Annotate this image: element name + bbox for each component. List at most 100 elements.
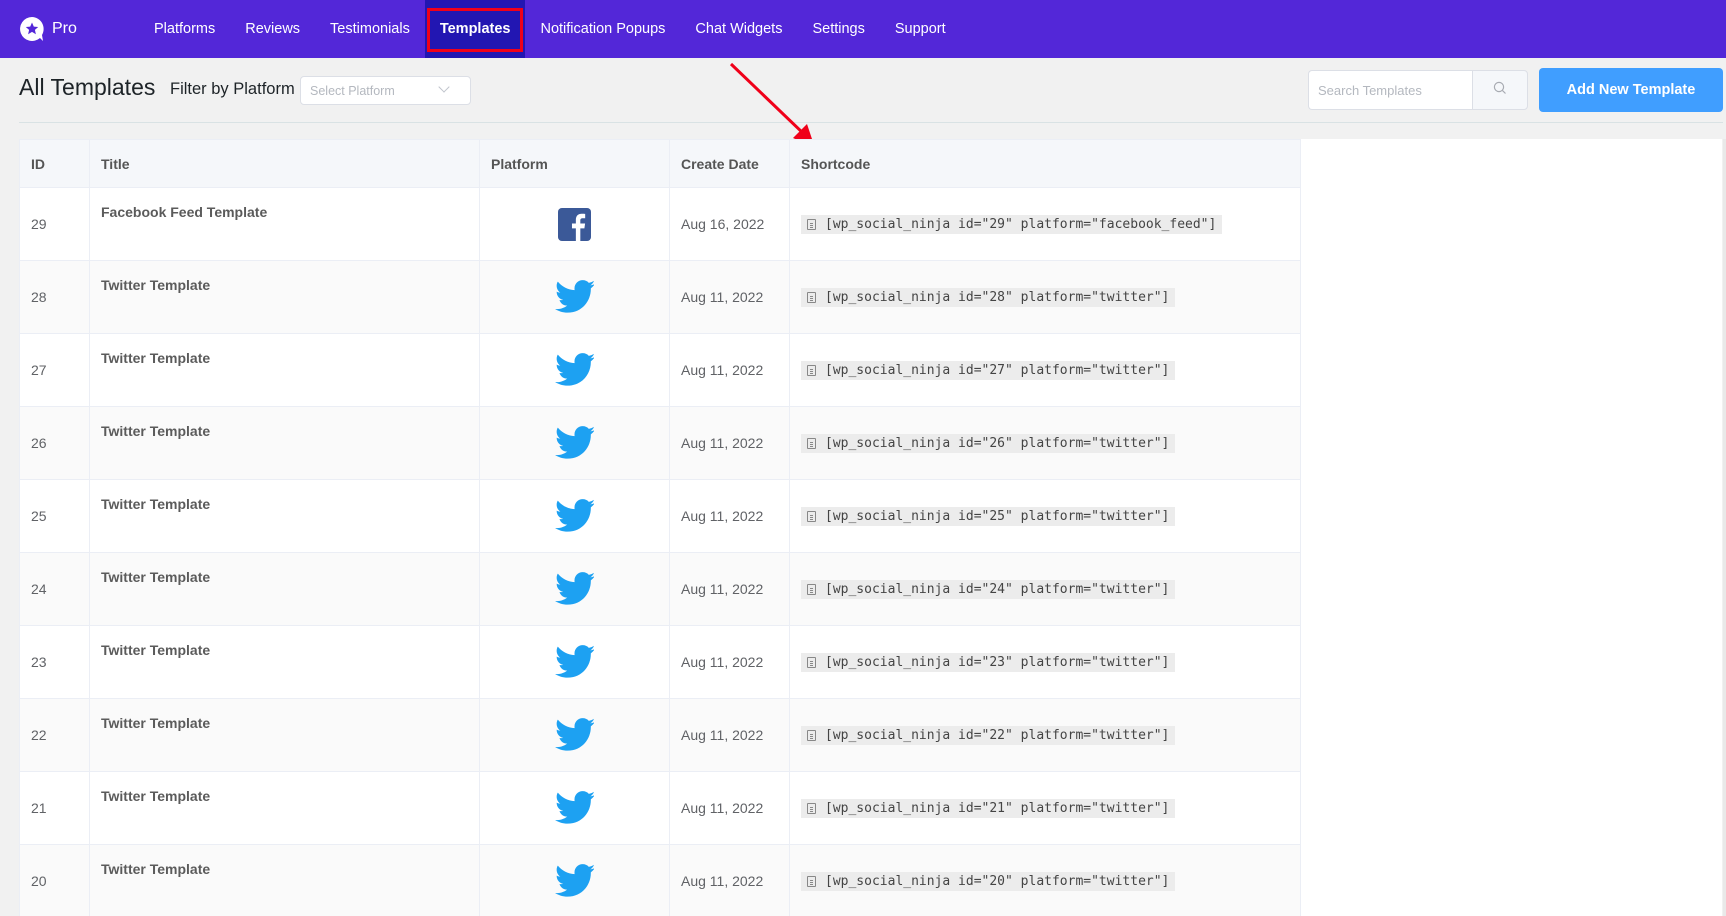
chevron-down-icon (438, 81, 450, 93)
row-shortcode-cell: [wp_social_ninja id="22" platform="twitt… (789, 698, 1301, 772)
row-create-date: Aug 11, 2022 (669, 844, 790, 916)
column-header-title[interactable]: Title (89, 139, 480, 188)
table-row[interactable]: 22 Twitter Template Aug 11, 2022 [wp_soc… (19, 698, 1301, 772)
row-title[interactable]: Twitter Template (89, 771, 480, 845)
row-create-date: Aug 11, 2022 (669, 552, 790, 626)
row-create-date: Aug 16, 2022 (669, 187, 790, 261)
add-new-template-button[interactable]: Add New Template (1539, 68, 1723, 112)
star-chat-bubble-icon (19, 16, 45, 42)
nav-reviews[interactable]: Reviews (230, 0, 315, 58)
nav-settings[interactable]: Settings (797, 0, 879, 58)
facebook-icon (558, 207, 591, 241)
shortcode-text: [wp_social_ninja id="20" platform="twitt… (825, 873, 1170, 889)
row-platform (479, 625, 670, 699)
row-platform (479, 698, 670, 772)
column-header-shortcode[interactable]: Shortcode (789, 139, 1301, 188)
row-id: 25 (19, 479, 90, 553)
twitter-icon (554, 280, 595, 314)
row-create-date: Aug 11, 2022 (669, 406, 790, 480)
nav-platforms[interactable]: Platforms (139, 0, 230, 58)
row-title[interactable]: Twitter Template (89, 625, 480, 699)
header-divider (19, 122, 1723, 123)
shortcode[interactable]: [wp_social_ninja id="24" platform="twitt… (801, 579, 1176, 599)
search-box (1308, 70, 1528, 110)
row-title[interactable]: Facebook Feed Template (89, 187, 480, 261)
document-icon (807, 875, 816, 887)
nav-testimonials[interactable]: Testimonials (315, 0, 425, 58)
row-title[interactable]: Twitter Template (89, 552, 480, 626)
nav-support[interactable]: Support (880, 0, 961, 58)
brand[interactable]: Pro (19, 16, 139, 42)
row-shortcode-cell: [wp_social_ninja id="23" platform="twitt… (789, 625, 1301, 699)
row-title[interactable]: Twitter Template (89, 479, 480, 553)
table-row[interactable]: 24 Twitter Template Aug 11, 2022 [wp_soc… (19, 552, 1301, 626)
twitter-icon (554, 426, 595, 460)
shortcode[interactable]: [wp_social_ninja id="21" platform="twitt… (801, 798, 1176, 818)
document-icon (807, 437, 816, 449)
row-shortcode-cell: [wp_social_ninja id="28" platform="twitt… (789, 260, 1301, 334)
twitter-icon (554, 718, 595, 752)
shortcode-text: [wp_social_ninja id="22" platform="twitt… (825, 727, 1170, 743)
row-platform (479, 844, 670, 916)
row-shortcode-cell: [wp_social_ninja id="25" platform="twitt… (789, 479, 1301, 553)
table-row[interactable]: 25 Twitter Template Aug 11, 2022 [wp_soc… (19, 479, 1301, 553)
twitter-icon (554, 572, 595, 606)
twitter-icon (554, 353, 595, 387)
brand-name: Pro (52, 20, 77, 37)
shortcode[interactable]: [wp_social_ninja id="22" platform="twitt… (801, 725, 1176, 745)
table-row[interactable]: 20 Twitter Template Aug 11, 2022 [wp_soc… (19, 844, 1301, 916)
row-shortcode-cell: [wp_social_ninja id="20" platform="twitt… (789, 844, 1301, 916)
row-shortcode-cell: [wp_social_ninja id="26" platform="twitt… (789, 406, 1301, 480)
platform-select-placeholder: Select Platform (310, 83, 395, 98)
row-id: 22 (19, 698, 90, 772)
row-title[interactable]: Twitter Template (89, 406, 480, 480)
table-row[interactable]: 23 Twitter Template Aug 11, 2022 [wp_soc… (19, 625, 1301, 699)
table-row[interactable]: 21 Twitter Template Aug 11, 2022 [wp_soc… (19, 771, 1301, 845)
table-row[interactable]: 28 Twitter Template Aug 11, 2022 [wp_soc… (19, 260, 1301, 334)
shortcode[interactable]: [wp_social_ninja id="20" platform="twitt… (801, 871, 1176, 891)
search-input[interactable] (1308, 70, 1472, 110)
shortcode-text: [wp_social_ninja id="29" platform="faceb… (825, 216, 1217, 232)
row-platform (479, 260, 670, 334)
twitter-icon (554, 864, 595, 898)
row-title[interactable]: Twitter Template (89, 844, 480, 916)
column-header-id[interactable]: ID (19, 139, 90, 188)
search-button[interactable] (1472, 70, 1528, 110)
row-create-date: Aug 11, 2022 (669, 625, 790, 699)
row-platform (479, 771, 670, 845)
platform-select[interactable]: Select Platform (300, 76, 471, 105)
row-title[interactable]: Twitter Template (89, 698, 480, 772)
shortcode[interactable]: [wp_social_ninja id="27" platform="twitt… (801, 360, 1176, 380)
shortcode-text: [wp_social_ninja id="26" platform="twitt… (825, 435, 1170, 451)
row-id: 27 (19, 333, 90, 407)
row-platform (479, 333, 670, 407)
nav-chat-widgets[interactable]: Chat Widgets (680, 0, 797, 58)
table-row[interactable]: 27 Twitter Template Aug 11, 2022 [wp_soc… (19, 333, 1301, 407)
column-header-platform[interactable]: Platform (479, 139, 670, 188)
row-platform (479, 552, 670, 626)
shortcode[interactable]: [wp_social_ninja id="28" platform="twitt… (801, 287, 1176, 307)
shortcode[interactable]: [wp_social_ninja id="29" platform="faceb… (801, 214, 1223, 234)
row-id: 20 (19, 844, 90, 916)
nav-notification-popups[interactable]: Notification Popups (525, 0, 680, 58)
row-title[interactable]: Twitter Template (89, 260, 480, 334)
row-title[interactable]: Twitter Template (89, 333, 480, 407)
nav-templates[interactable]: Templates (424, 0, 526, 58)
shortcode-text: [wp_social_ninja id="23" platform="twitt… (825, 654, 1170, 670)
search-icon (1493, 81, 1507, 100)
row-create-date: Aug 11, 2022 (669, 260, 790, 334)
row-id: 26 (19, 406, 90, 480)
table-row[interactable]: 26 Twitter Template Aug 11, 2022 [wp_soc… (19, 406, 1301, 480)
shortcode[interactable]: [wp_social_ninja id="25" platform="twitt… (801, 506, 1176, 526)
row-create-date: Aug 11, 2022 (669, 479, 790, 553)
column-header-create-date[interactable]: Create Date (669, 139, 790, 188)
shortcode-text: [wp_social_ninja id="28" platform="twitt… (825, 289, 1170, 305)
templates-panel: ID Title Platform Create Date Shortcode … (19, 139, 1722, 916)
row-platform (479, 187, 670, 261)
document-icon (807, 656, 816, 668)
shortcode[interactable]: [wp_social_ninja id="23" platform="twitt… (801, 652, 1176, 672)
shortcode-text: [wp_social_ninja id="25" platform="twitt… (825, 508, 1170, 524)
shortcode[interactable]: [wp_social_ninja id="26" platform="twitt… (801, 433, 1176, 453)
table-row[interactable]: 29 Facebook Feed Template Aug 16, 2022 [… (19, 187, 1301, 261)
page-title: All Templates (19, 74, 156, 100)
